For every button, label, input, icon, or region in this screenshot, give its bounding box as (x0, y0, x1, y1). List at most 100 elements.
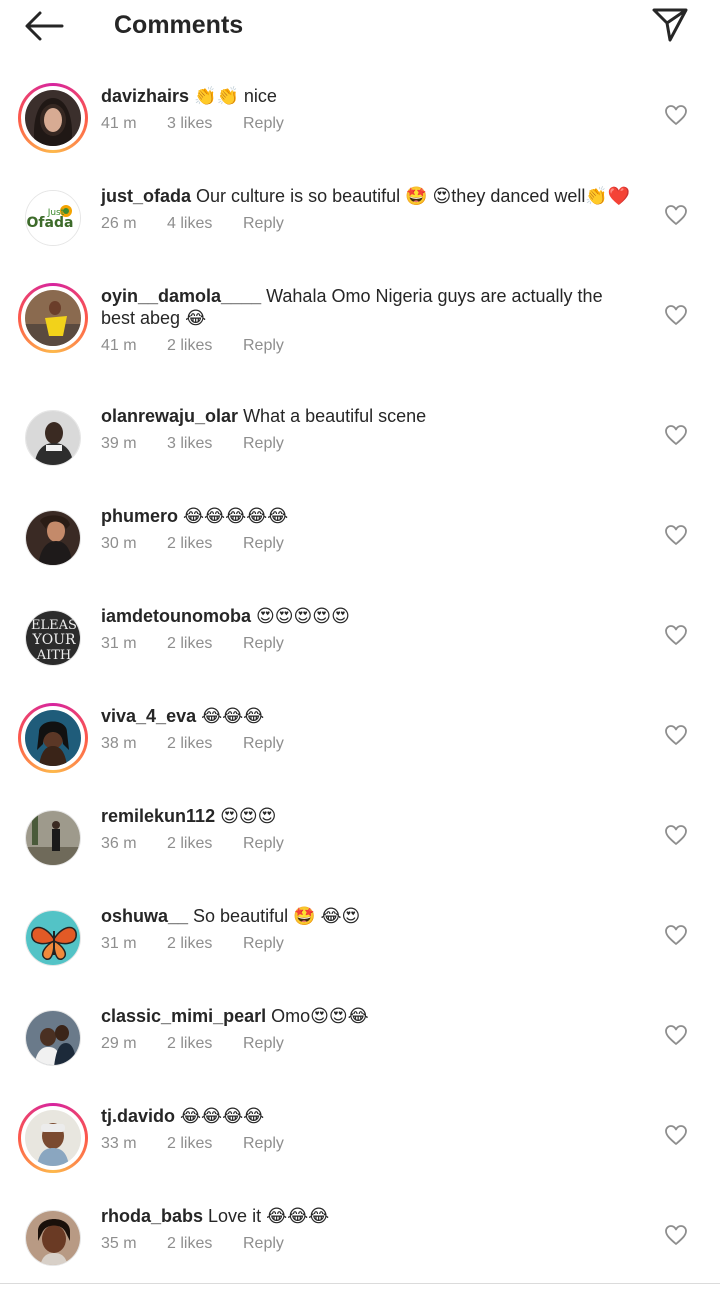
avatar-ring[interactable] (18, 1203, 88, 1273)
comment-likes[interactable]: 3 likes (167, 433, 243, 455)
like-button[interactable] (664, 424, 688, 446)
comment-likes[interactable]: 2 likes (167, 833, 243, 855)
like-button[interactable] (664, 524, 688, 546)
reply-button[interactable]: Reply (243, 933, 284, 955)
comment-username[interactable]: remilekun112 (101, 806, 215, 826)
avatar[interactable] (25, 1210, 81, 1266)
like-button[interactable] (664, 1224, 688, 1246)
comment-username[interactable]: oshuwa__ (101, 906, 188, 926)
reply-button[interactable]: Reply (243, 633, 284, 655)
comment-time: 35 m (101, 1235, 137, 1252)
comment-likes[interactable]: 2 likes (167, 335, 243, 357)
like-button[interactable] (664, 624, 688, 646)
comment-username[interactable]: rhoda_babs (101, 1206, 203, 1226)
comment-likes[interactable]: 2 likes (167, 933, 243, 955)
reply-button[interactable]: Reply (243, 1233, 284, 1255)
comment-item: classic_mimi_pearl Omo😍😍😂 29 m 2 likes Reply (0, 986, 720, 1086)
reply-button[interactable]: Reply (243, 433, 284, 455)
avatar[interactable] (25, 290, 81, 346)
comment-likes[interactable]: 2 likes (167, 1033, 243, 1055)
comment-likes[interactable]: 3 likes (167, 113, 243, 135)
comment-likes[interactable]: 2 likes (167, 1233, 243, 1255)
reply-button[interactable]: Reply (243, 213, 284, 235)
comment-body: iamdetounomoba 😍😍😍😍😍 31 m 2 likes Reply (101, 605, 641, 655)
comment-body: remilekun112 😍😍😍 36 m 2 likes Reply (101, 805, 641, 855)
comment-username[interactable]: olanrewaju_olar (101, 406, 238, 426)
avatar[interactable] (25, 910, 81, 966)
avatar-ring[interactable]: Just Ofada (18, 183, 88, 253)
bottom-divider (0, 1283, 720, 1284)
avatar[interactable] (25, 1110, 81, 1166)
like-button[interactable] (664, 924, 688, 946)
comment-likes[interactable]: 4 likes (167, 213, 243, 235)
comment-text: phumero 😂😂😂😂😂 (101, 505, 641, 527)
heart-outline-icon (665, 925, 687, 945)
like-button[interactable] (664, 824, 688, 846)
avatar-ring[interactable] (18, 903, 88, 973)
share-button[interactable] (648, 4, 692, 44)
like-button[interactable] (664, 724, 688, 746)
reply-button[interactable]: Reply (243, 833, 284, 855)
like-button[interactable] (664, 304, 688, 326)
avatar-ring[interactable] (18, 803, 88, 873)
like-button[interactable] (664, 1024, 688, 1046)
comment-username[interactable]: oyin__damola____ (101, 286, 261, 306)
avatar-ring[interactable] (18, 283, 88, 353)
comment-username[interactable]: classic_mimi_pearl (101, 1006, 266, 1026)
heart-outline-icon (665, 525, 687, 545)
comment-text: rhoda_babs Love it 😂😂😂 (101, 1205, 641, 1227)
avatar[interactable] (25, 90, 81, 146)
comment-text: viva_4_eva 😂😂😂 (101, 705, 641, 727)
comment-time: 36 m (101, 835, 137, 852)
like-button[interactable] (664, 204, 688, 226)
comment-likes[interactable]: 2 likes (167, 733, 243, 755)
comment-meta: 38 m 2 likes Reply (101, 733, 641, 755)
comment-meta: 29 m 2 likes Reply (101, 1033, 641, 1055)
comment-time: 30 m (101, 535, 137, 552)
like-button[interactable] (664, 1124, 688, 1146)
comment-username[interactable]: viva_4_eva (101, 706, 196, 726)
comment-meta: 35 m 2 likes Reply (101, 1233, 641, 1255)
avatar-ring[interactable] (18, 1103, 88, 1173)
comment-username[interactable]: davizhairs (101, 86, 189, 106)
avatar[interactable] (25, 410, 81, 466)
comment-username[interactable]: iamdetounomoba (101, 606, 251, 626)
comment-message: Love it 😂😂😂 (208, 1206, 330, 1226)
reply-button[interactable]: Reply (243, 1033, 284, 1055)
avatar[interactable] (25, 1010, 81, 1066)
comment-body: oyin__damola____ Wahala Omo Nigeria guys … (101, 285, 641, 357)
svg-text:ELEAS: ELEAS (31, 618, 77, 633)
avatar-ring[interactable]: ELEAS YOUR AITH (18, 603, 88, 673)
comment-time: 31 m (101, 935, 137, 952)
comment-message: 😂😂😂😂 (180, 1106, 265, 1126)
comment-likes[interactable]: 2 likes (167, 533, 243, 555)
comment-item: phumero 😂😂😂😂😂 30 m 2 likes Reply (0, 486, 720, 586)
reply-button[interactable]: Reply (243, 335, 284, 357)
avatar-ring[interactable] (18, 503, 88, 573)
avatar-ring[interactable] (18, 703, 88, 773)
back-button[interactable] (22, 8, 66, 44)
avatar[interactable]: ELEAS YOUR AITH (25, 610, 81, 666)
reply-button[interactable]: Reply (243, 533, 284, 555)
comment-likes[interactable]: 2 likes (167, 1133, 243, 1155)
avatar-ring[interactable] (18, 83, 88, 153)
avatar-ring[interactable] (18, 1003, 88, 1073)
comment-username[interactable]: tj.davido (101, 1106, 175, 1126)
comment-meta: 41 m 2 likes Reply (101, 335, 641, 357)
comment-item: oyin__damola____ Wahala Omo Nigeria guys … (0, 266, 720, 386)
avatar[interactable]: Just Ofada (25, 190, 81, 246)
avatar[interactable] (25, 510, 81, 566)
avatar[interactable] (25, 810, 81, 866)
comment-meta: 30 m 2 likes Reply (101, 533, 641, 555)
reply-button[interactable]: Reply (243, 113, 284, 135)
reply-button[interactable]: Reply (243, 733, 284, 755)
avatar[interactable] (25, 710, 81, 766)
comment-message: 😂😂😂😂😂 (183, 506, 289, 526)
like-button[interactable] (664, 104, 688, 126)
comment-username[interactable]: just_ofada (101, 186, 191, 206)
comment-time: 41 m (101, 337, 137, 354)
comment-username[interactable]: phumero (101, 506, 178, 526)
avatar-ring[interactable] (18, 403, 88, 473)
comment-likes[interactable]: 2 likes (167, 633, 243, 655)
reply-button[interactable]: Reply (243, 1133, 284, 1155)
